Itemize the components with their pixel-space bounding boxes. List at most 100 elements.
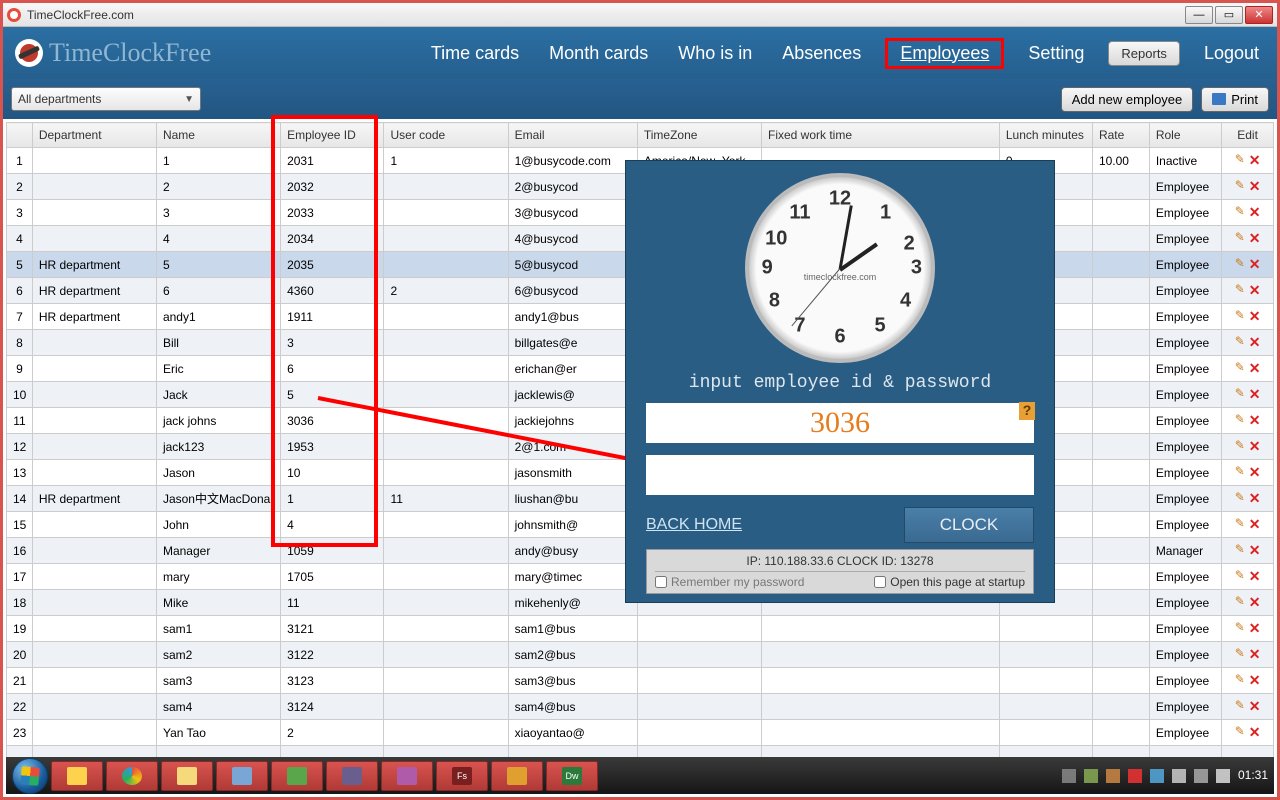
- edit-icon[interactable]: ✎: [1235, 438, 1245, 455]
- col-edit[interactable]: Edit: [1222, 123, 1274, 148]
- delete-icon[interactable]: ✕: [1249, 308, 1261, 325]
- delete-icon[interactable]: ✕: [1249, 152, 1261, 169]
- col-user-code[interactable]: User code: [384, 123, 508, 148]
- col-rate[interactable]: Rate: [1092, 123, 1149, 148]
- nav-time-cards[interactable]: Time cards: [425, 39, 525, 68]
- col-name[interactable]: Name: [156, 123, 280, 148]
- taskbar-item-5[interactable]: [271, 761, 323, 791]
- nav-logout[interactable]: Logout: [1198, 39, 1265, 68]
- edit-icon[interactable]: ✎: [1235, 230, 1245, 247]
- taskbar-item-dw[interactable]: Dw: [546, 761, 598, 791]
- tray-volume-icon[interactable]: [1216, 769, 1230, 783]
- tray-icon[interactable]: [1150, 769, 1164, 783]
- clock-button[interactable]: CLOCK: [904, 507, 1034, 543]
- tray-icon[interactable]: [1062, 769, 1076, 783]
- delete-icon[interactable]: ✕: [1249, 724, 1261, 741]
- delete-icon[interactable]: ✕: [1249, 672, 1261, 689]
- table-row[interactable]: [7, 746, 1274, 758]
- edit-icon[interactable]: ✎: [1235, 516, 1245, 533]
- edit-icon[interactable]: ✎: [1235, 490, 1245, 507]
- edit-icon[interactable]: ✎: [1235, 282, 1245, 299]
- nav-absences[interactable]: Absences: [776, 39, 867, 68]
- edit-icon[interactable]: ✎: [1235, 464, 1245, 481]
- edit-icon[interactable]: ✎: [1235, 308, 1245, 325]
- edit-icon[interactable]: ✎: [1235, 620, 1245, 637]
- delete-icon[interactable]: ✕: [1249, 490, 1261, 507]
- edit-icon[interactable]: ✎: [1235, 568, 1245, 585]
- password-input[interactable]: [646, 455, 1034, 495]
- taskbar-item-6[interactable]: [326, 761, 378, 791]
- tray-icon[interactable]: [1128, 769, 1142, 783]
- delete-icon[interactable]: ✕: [1249, 542, 1261, 559]
- edit-icon[interactable]: ✎: [1235, 334, 1245, 351]
- delete-icon[interactable]: ✕: [1249, 698, 1261, 715]
- table-row[interactable]: 19sam13121sam1@busEmployee✎✕: [7, 616, 1274, 642]
- nav-employees[interactable]: Employees: [894, 39, 995, 67]
- open-at-startup-box[interactable]: [874, 576, 886, 588]
- delete-icon[interactable]: ✕: [1249, 282, 1261, 299]
- delete-icon[interactable]: ✕: [1249, 360, 1261, 377]
- col-rownum[interactable]: [7, 123, 33, 148]
- delete-icon[interactable]: ✕: [1249, 256, 1261, 273]
- taskbar-item-9[interactable]: [491, 761, 543, 791]
- edit-icon[interactable]: ✎: [1235, 412, 1245, 429]
- tray-icon[interactable]: [1084, 769, 1098, 783]
- tray-clock[interactable]: 01:31: [1238, 769, 1268, 782]
- delete-icon[interactable]: ✕: [1249, 334, 1261, 351]
- table-row[interactable]: 22sam43124sam4@busEmployee✎✕: [7, 694, 1274, 720]
- tray-icon[interactable]: [1106, 769, 1120, 783]
- window-close-button[interactable]: ✕: [1245, 6, 1273, 24]
- delete-icon[interactable]: ✕: [1249, 178, 1261, 195]
- back-home-link[interactable]: BACK HOME: [646, 516, 742, 534]
- edit-icon[interactable]: ✎: [1235, 646, 1245, 663]
- table-row[interactable]: 23Yan Tao2xiaoyantao@Employee✎✕: [7, 720, 1274, 746]
- delete-icon[interactable]: ✕: [1249, 516, 1261, 533]
- add-employee-button[interactable]: Add new employee: [1061, 87, 1194, 112]
- remember-password-checkbox[interactable]: Remember my password: [655, 575, 804, 589]
- nav-setting[interactable]: Setting: [1022, 39, 1090, 68]
- edit-icon[interactable]: ✎: [1235, 360, 1245, 377]
- delete-icon[interactable]: ✕: [1249, 386, 1261, 403]
- department-select[interactable]: All departments ▼: [11, 87, 201, 111]
- nav-who-is-in[interactable]: Who is in: [672, 39, 758, 68]
- delete-icon[interactable]: ✕: [1249, 620, 1261, 637]
- delete-icon[interactable]: ✕: [1249, 204, 1261, 221]
- table-row[interactable]: 20sam23122sam2@busEmployee✎✕: [7, 642, 1274, 668]
- delete-icon[interactable]: ✕: [1249, 464, 1261, 481]
- delete-icon[interactable]: ✕: [1249, 230, 1261, 247]
- delete-icon[interactable]: ✕: [1249, 412, 1261, 429]
- col-employee-id[interactable]: Employee ID: [281, 123, 384, 148]
- delete-icon[interactable]: ✕: [1249, 568, 1261, 585]
- col-email[interactable]: Email: [508, 123, 637, 148]
- taskbar-item-7[interactable]: [381, 761, 433, 791]
- edit-icon[interactable]: ✎: [1235, 152, 1245, 169]
- edit-icon[interactable]: ✎: [1235, 178, 1245, 195]
- remember-password-box[interactable]: [655, 576, 667, 588]
- delete-icon[interactable]: ✕: [1249, 594, 1261, 611]
- tray-icon[interactable]: [1172, 769, 1186, 783]
- taskbar-item-explorer[interactable]: [161, 761, 213, 791]
- table-row[interactable]: 21sam33123sam3@busEmployee✎✕: [7, 668, 1274, 694]
- edit-icon[interactable]: ✎: [1235, 386, 1245, 403]
- col-role[interactable]: Role: [1149, 123, 1221, 148]
- col-lunch-minutes[interactable]: Lunch minutes: [999, 123, 1092, 148]
- col-department[interactable]: Department: [32, 123, 156, 148]
- edit-icon[interactable]: ✎: [1235, 204, 1245, 221]
- window-minimize-button[interactable]: —: [1185, 6, 1213, 24]
- open-at-startup-checkbox[interactable]: Open this page at startup: [874, 575, 1025, 589]
- col-fixed-work-time[interactable]: Fixed work time: [761, 123, 999, 148]
- taskbar-item-flash[interactable]: Fs: [436, 761, 488, 791]
- edit-icon[interactable]: ✎: [1235, 594, 1245, 611]
- taskbar-item-1[interactable]: [51, 761, 103, 791]
- edit-icon[interactable]: ✎: [1235, 724, 1245, 741]
- delete-icon[interactable]: ✕: [1249, 438, 1261, 455]
- print-button[interactable]: Print: [1201, 87, 1269, 112]
- taskbar-item-4[interactable]: [216, 761, 268, 791]
- help-icon[interactable]: ?: [1019, 402, 1035, 420]
- edit-icon[interactable]: ✎: [1235, 256, 1245, 273]
- taskbar-item-chrome[interactable]: [106, 761, 158, 791]
- edit-icon[interactable]: ✎: [1235, 698, 1245, 715]
- employee-id-input[interactable]: 3036 ?: [646, 403, 1034, 443]
- nav-month-cards[interactable]: Month cards: [543, 39, 654, 68]
- col-timezone[interactable]: TimeZone: [637, 123, 761, 148]
